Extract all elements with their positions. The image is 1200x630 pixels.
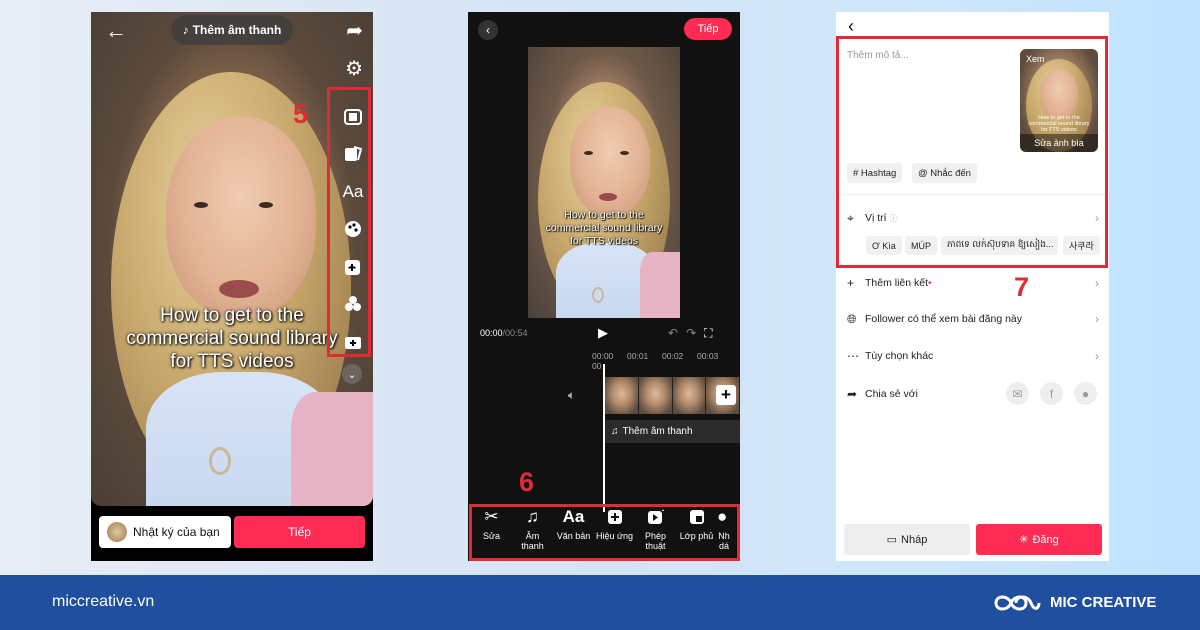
highlight-box: [836, 36, 1108, 268]
draft-icon: ▭: [886, 534, 898, 546]
step-number: 7: [1014, 272, 1030, 302]
add-link-label: Thêm liên kết: [865, 277, 929, 289]
necklace-pendant: [209, 447, 231, 475]
plus-icon: +: [847, 276, 855, 290]
step-number: 6: [519, 467, 535, 497]
fullscreen-icon[interactable]: ⛶: [704, 326, 720, 340]
necklace-pendant: [592, 287, 604, 303]
post-label: Đăng: [1032, 533, 1059, 546]
video-caption: How to get to the commercial sound libra…: [528, 209, 680, 248]
brand-logo-icon: [994, 595, 1041, 611]
sparkle-icon: ✳: [1019, 534, 1029, 546]
back-arrow-icon[interactable]: ←: [105, 18, 127, 44]
mouth-shape: [599, 193, 617, 201]
share-row: ➦ Chia sẻ với: [847, 384, 997, 404]
chevron-right-icon: ›: [1095, 349, 1099, 363]
brand-name: MIC CREATIVE: [1050, 594, 1157, 611]
tick-label: 00:01: [627, 351, 649, 361]
globe-icon: 🌐︎: [847, 311, 857, 326]
diary-label: Nhật ký của bạn: [133, 525, 220, 539]
post-button[interactable]: ✳ Đăng: [976, 524, 1102, 555]
footer-bar: miccreative.vn MIC CREATIVE: [0, 575, 1200, 630]
eye-right: [259, 202, 273, 208]
add-link-row[interactable]: + Thêm liên kết• ›: [847, 273, 1099, 293]
timeline-ruler: 00:00 00:01 00:02 00:03 00: [592, 351, 740, 371]
caption-line: for TTS videos: [569, 235, 639, 247]
back-chevron-icon[interactable]: ‹: [848, 16, 854, 37]
eye-left: [584, 151, 593, 155]
more-options-row[interactable]: ⋯ Tùy chọn khác ›: [847, 346, 1099, 366]
message-bubble-icon[interactable]: ●: [1074, 382, 1097, 405]
messenger-icon[interactable]: ✉: [1006, 382, 1029, 405]
clip-frame: [605, 377, 639, 414]
play-icon[interactable]: ▶: [598, 325, 608, 341]
tick-label: 00: [592, 361, 602, 371]
tick-label: 00:03: [697, 351, 719, 361]
cardigan-shape: [640, 252, 680, 318]
add-link-wrap: Thêm liên kết•: [865, 277, 1095, 289]
redo-icon[interactable]: ↷: [686, 326, 704, 340]
cardigan-shape: [291, 392, 373, 506]
ellipsis-icon: ⋯: [847, 349, 859, 363]
total-time: /00:54: [502, 328, 528, 338]
chevron-right-icon: ›: [1095, 312, 1099, 326]
time-readout: 00:00/00:54: [480, 328, 528, 338]
avatar: [107, 522, 127, 542]
draft-label: Nháp: [901, 533, 928, 546]
share-label: Chia sẻ với: [865, 388, 918, 400]
chevron-down-icon[interactable]: ⌄: [342, 364, 362, 384]
add-clip-button[interactable]: +: [716, 385, 736, 405]
facebook-icon[interactable]: f: [1040, 382, 1063, 405]
add-sound-label: Thêm âm thanh: [192, 23, 282, 37]
playhead[interactable]: [603, 364, 605, 512]
highlight-box: [469, 504, 740, 561]
video-preview: How to get to the commercial sound libra…: [528, 47, 680, 318]
current-time: 00:00: [480, 328, 503, 338]
site-url[interactable]: miccreative.vn: [52, 593, 154, 611]
video-editor-screen: ‹ Tiếp How to get to the commercial soun…: [468, 12, 740, 561]
undo-redo-fullscreen-icons: ↶↷⛶: [668, 326, 721, 341]
notification-dot: •: [928, 278, 932, 289]
add-sound-button[interactable]: ♪ Thêm âm thanh: [171, 15, 293, 45]
diary-button[interactable]: Nhật ký của bạn: [99, 516, 231, 548]
caption-line: commercial sound library: [545, 222, 663, 234]
volume-icon[interactable]: 🔈︎: [568, 388, 575, 403]
back-chevron-icon[interactable]: ‹: [478, 20, 498, 40]
add-audio-track[interactable]: ♫ Thêm âm thanh: [605, 420, 740, 443]
mouth-shape: [219, 280, 259, 298]
audio-track-label: Thêm âm thanh: [622, 426, 693, 437]
next-button[interactable]: Tiếp: [684, 18, 732, 40]
story-editor-screen: How to get to the commercial sound libra…: [91, 12, 373, 561]
share-arrow-icon[interactable]: ➦: [346, 18, 363, 43]
settings-gear-icon[interactable]: ⚙: [345, 56, 363, 81]
followers-row[interactable]: 🌐︎ Follower có thể xem bài đăng này ›: [847, 309, 1099, 329]
step-number: 5: [293, 99, 309, 129]
undo-icon[interactable]: ↶: [668, 326, 686, 340]
eye-right: [620, 151, 629, 155]
clip-frame: [672, 377, 707, 414]
music-note-icon: ♫: [611, 426, 619, 437]
draft-button[interactable]: ▭ Nháp: [844, 524, 970, 555]
followers-label: Follower có thể xem bài đăng này: [865, 313, 1023, 325]
tick-label: 00:00: [592, 351, 614, 361]
eye-left: [194, 202, 208, 208]
music-note-icon: ♪: [182, 23, 189, 37]
share-icon: ➦: [847, 387, 858, 401]
more-options-label: Tùy chọn khác: [865, 350, 934, 362]
chevron-right-icon: ›: [1095, 276, 1099, 290]
post-screen: ‹ Thêm mô tả... Xem How to get to the co…: [836, 12, 1109, 561]
clip-frame: [638, 377, 673, 414]
tick-label: 00:02: [662, 351, 684, 361]
next-button[interactable]: Tiếp: [234, 516, 365, 548]
caption-line: How to get to the: [564, 209, 644, 221]
highlight-box: [327, 87, 371, 357]
